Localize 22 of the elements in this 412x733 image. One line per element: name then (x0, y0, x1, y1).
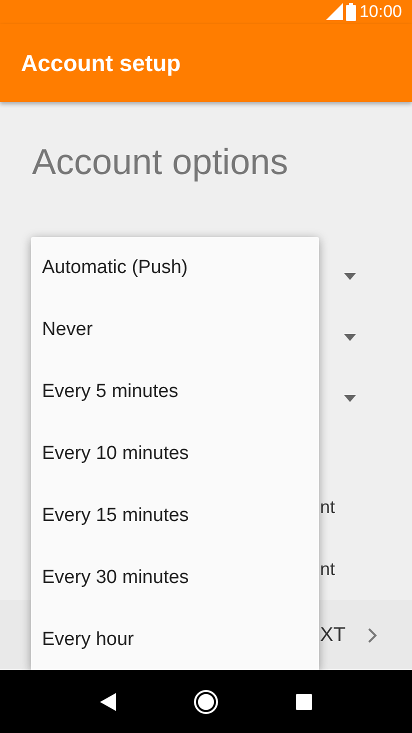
next-button[interactable]: XT (320, 624, 346, 647)
menu-item[interactable]: Every 15 minutes (31, 485, 319, 548)
recents-icon[interactable] (296, 694, 312, 710)
option-label: nt (320, 558, 336, 580)
clock: 10:00 (359, 2, 402, 22)
signal-icon (326, 3, 344, 20)
app-bar-title: Account setup (21, 50, 181, 77)
menu-item[interactable]: Every hour (31, 609, 319, 672)
menu-item[interactable]: Every 10 minutes (31, 423, 319, 486)
menu-item[interactable]: Never (31, 299, 319, 362)
menu-item[interactable]: Every 30 minutes (31, 547, 319, 610)
page-heading: Account options (32, 140, 288, 184)
chevron-right-icon (368, 628, 377, 643)
dropdown-arrow-icon[interactable] (344, 395, 356, 402)
battery-icon (346, 2, 356, 21)
dropdown-arrow-icon[interactable] (344, 334, 356, 342)
menu-item[interactable]: Automatic (Push) (31, 237, 319, 300)
back-icon[interactable] (100, 692, 116, 711)
dropdown-arrow-icon[interactable] (344, 273, 356, 280)
menu-item[interactable]: Every 5 minutes (31, 361, 319, 424)
option-label: nt (320, 496, 336, 518)
home-icon[interactable] (192, 688, 219, 715)
